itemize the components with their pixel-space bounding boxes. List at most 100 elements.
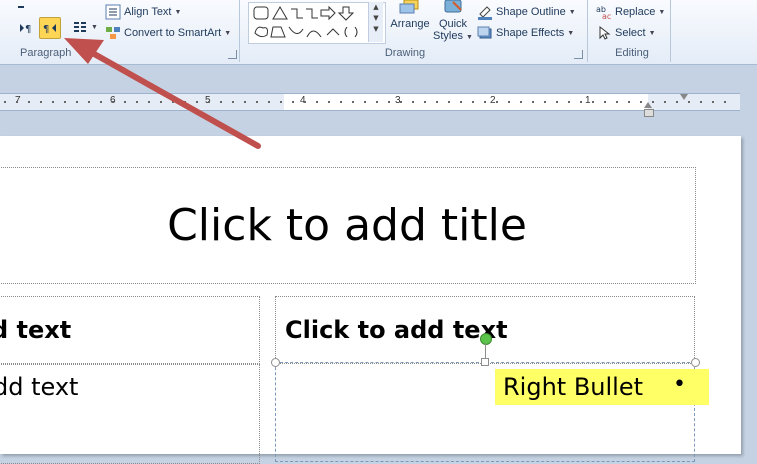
drawing-dialog-launcher[interactable]: [574, 50, 583, 59]
chevron-down-icon: ▼: [568, 8, 576, 16]
ruler-tick: [700, 101, 702, 103]
ruler-tick: [592, 101, 594, 103]
ruler-tick: [220, 101, 222, 103]
ruler-tick: [4, 101, 6, 103]
right-indent-marker[interactable]: [680, 94, 688, 100]
align-text-icon: [105, 4, 121, 20]
ruler-tick: [724, 101, 726, 103]
resize-handle[interactable]: [271, 358, 280, 367]
rtl-paragraph-icon: ¶: [43, 24, 56, 35]
ruler-tick: [664, 101, 666, 103]
left-heading-placeholder[interactable]: d text: [0, 296, 260, 364]
ruler-tick: [640, 101, 642, 103]
ruler-tick: [208, 101, 210, 103]
rotation-handle[interactable]: [480, 333, 492, 345]
chevron-down-icon: ▼: [648, 29, 656, 37]
bullet-icon: •: [673, 372, 686, 397]
right-content-placeholder[interactable]: Right Bullet •: [275, 362, 709, 462]
arrange-button[interactable]: Arrange: [388, 0, 432, 44]
ruler-tick: [400, 101, 402, 103]
ruler-tick-label: 2: [490, 95, 496, 106]
shape-outline-label: Shape Outline: [496, 6, 566, 18]
ruler-tick: [196, 101, 198, 103]
select-button[interactable]: Select ▼: [596, 25, 656, 41]
group-divider: [670, 0, 671, 62]
right-to-left-button[interactable]: ¶: [39, 17, 61, 39]
ruler-tick: [16, 101, 18, 103]
ruler-tick: [184, 101, 186, 103]
ruler-tick: [436, 101, 438, 103]
hanging-indent-marker[interactable]: [644, 102, 652, 108]
ruler-tick-label: 1: [585, 95, 591, 106]
ruler-tick: [76, 101, 78, 103]
ruler-tick: [508, 101, 510, 103]
chevron-down-icon: ▼: [373, 14, 379, 22]
ruler-tick: [388, 101, 390, 103]
svg-text:¶: ¶: [25, 24, 31, 35]
ruler-tick: [424, 101, 426, 103]
horizontal-ruler[interactable]: 7 6 5 4 3 2 1: [0, 93, 740, 117]
indent-box-marker[interactable]: [644, 109, 654, 117]
shapes-gallery-scroll[interactable]: ▲ ▼ ▼: [368, 2, 383, 42]
ruler-tick: [364, 101, 366, 103]
shape-outline-button[interactable]: Shape Outline ▼: [477, 4, 576, 20]
ruler-tick: [88, 101, 90, 103]
right-bullet-highlight[interactable]: Right Bullet •: [495, 369, 709, 405]
convert-smartart-button[interactable]: Convert to SmartArt ▼: [105, 25, 231, 41]
ruler-tick: [244, 101, 246, 103]
svg-text:ac: ac: [602, 12, 611, 20]
title-placeholder[interactable]: Click to add title: [0, 167, 696, 284]
ruler-tick: [472, 101, 474, 103]
editing-group-label: Editing: [615, 47, 649, 59]
ruler-tick: [256, 101, 258, 103]
ruler-tick: [100, 101, 102, 103]
slide-canvas[interactable]: Click to add title d text dd text Click …: [0, 136, 741, 464]
ruler-tick: [136, 101, 138, 103]
right-bullet-text: Right Bullet: [503, 373, 644, 401]
replace-button[interactable]: ab ac Replace ▼: [596, 4, 665, 20]
resize-handle[interactable]: [481, 358, 489, 366]
columns-button[interactable]: ▼: [72, 19, 98, 35]
ruler-tick: [64, 101, 66, 103]
chevron-down-icon: ▼: [174, 8, 182, 16]
ruler-tick: [604, 101, 606, 103]
chevron-down-icon: ▼: [567, 29, 575, 37]
ruler-tick: [568, 101, 570, 103]
ruler-margin: [0, 94, 284, 110]
chevron-down-icon: ▼: [466, 34, 473, 41]
ruler-tick: [124, 101, 126, 103]
shapes-gallery[interactable]: [248, 2, 386, 44]
replace-label: Replace: [615, 6, 656, 18]
ruler-tick: [112, 101, 114, 103]
smartart-icon: [106, 27, 120, 39]
ruler-tick: [40, 101, 42, 103]
shape-outline-icon: [478, 6, 492, 20]
resize-handle[interactable]: [691, 358, 700, 367]
ruler-tick: [328, 101, 330, 103]
ruler-tick: [520, 101, 522, 103]
ruler-tick: [688, 101, 690, 103]
chevron-down-icon: ▼: [658, 8, 666, 16]
more-icon: ▼: [373, 25, 379, 33]
quick-styles-label-1: Quick: [438, 18, 468, 30]
convert-smartart-label: Convert to SmartArt: [124, 27, 222, 39]
left-to-right-button[interactable]: ¶: [18, 18, 38, 38]
quick-styles-button[interactable]: Quick Styles ▼: [433, 0, 473, 46]
paragraph-group-label: Paragraph: [20, 47, 72, 59]
drawing-group-label: Drawing: [384, 47, 426, 59]
ruler-tick: [28, 101, 30, 103]
shape-effects-button[interactable]: Shape Effects ▼: [477, 25, 574, 41]
select-label: Select: [615, 27, 646, 39]
left-content-placeholder[interactable]: dd text: [0, 364, 260, 464]
ruler-tick: [376, 101, 378, 103]
ruler-tick: [532, 101, 534, 103]
paragraph-dialog-launcher[interactable]: [228, 50, 237, 59]
quick-styles-label-2: Styles ▼: [433, 30, 473, 44]
ruler-tick: [232, 101, 234, 103]
ruler-tick: [316, 101, 318, 103]
ruler-margin: [648, 94, 740, 110]
shape-effects-label: Shape Effects: [496, 27, 565, 39]
ruler-tick: [484, 101, 486, 103]
ruler-tick: [280, 101, 282, 103]
align-text-button[interactable]: Align Text ▼: [105, 4, 181, 20]
